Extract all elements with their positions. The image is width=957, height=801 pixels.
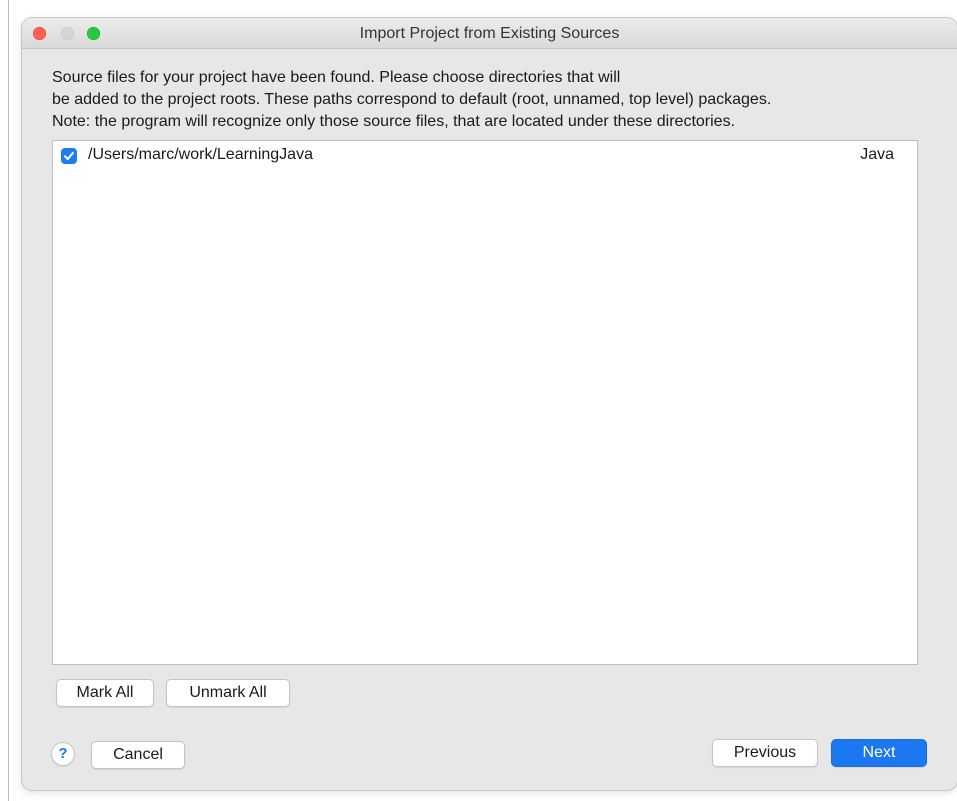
title-bar: Import Project from Existing Sources bbox=[22, 18, 957, 49]
import-project-dialog: Import Project from Existing Sources Sou… bbox=[22, 18, 957, 790]
instructions-line-3: Note: the program will recognize only th… bbox=[52, 113, 736, 130]
cancel-button[interactable]: Cancel bbox=[91, 741, 185, 769]
source-root-path: /Users/marc/work/LearningJava bbox=[88, 146, 313, 163]
window-title: Import Project from Existing Sources bbox=[359, 25, 620, 42]
previous-button[interactable]: Previous bbox=[712, 739, 818, 767]
help-icon[interactable]: ? bbox=[51, 742, 75, 766]
source-roots-list[interactable]: /Users/marc/work/LearningJava Java bbox=[52, 140, 918, 665]
background-frame-edge bbox=[8, 0, 9, 801]
mark-all-button[interactable]: Mark All bbox=[56, 679, 154, 707]
instructions-line-1: Source files for your project have been … bbox=[52, 69, 621, 86]
source-root-row[interactable]: /Users/marc/work/LearningJava Java bbox=[53, 143, 917, 169]
instructions-line-2: be added to the project roots. These pat… bbox=[52, 91, 772, 108]
source-root-type: Java bbox=[860, 146, 894, 163]
instructions-text: Source files for your project have been … bbox=[52, 67, 932, 133]
next-button[interactable]: Next bbox=[831, 739, 927, 767]
unmark-all-button[interactable]: Unmark All bbox=[166, 679, 290, 707]
source-root-checkbox[interactable] bbox=[61, 148, 77, 164]
checkmark-icon bbox=[64, 151, 74, 160]
